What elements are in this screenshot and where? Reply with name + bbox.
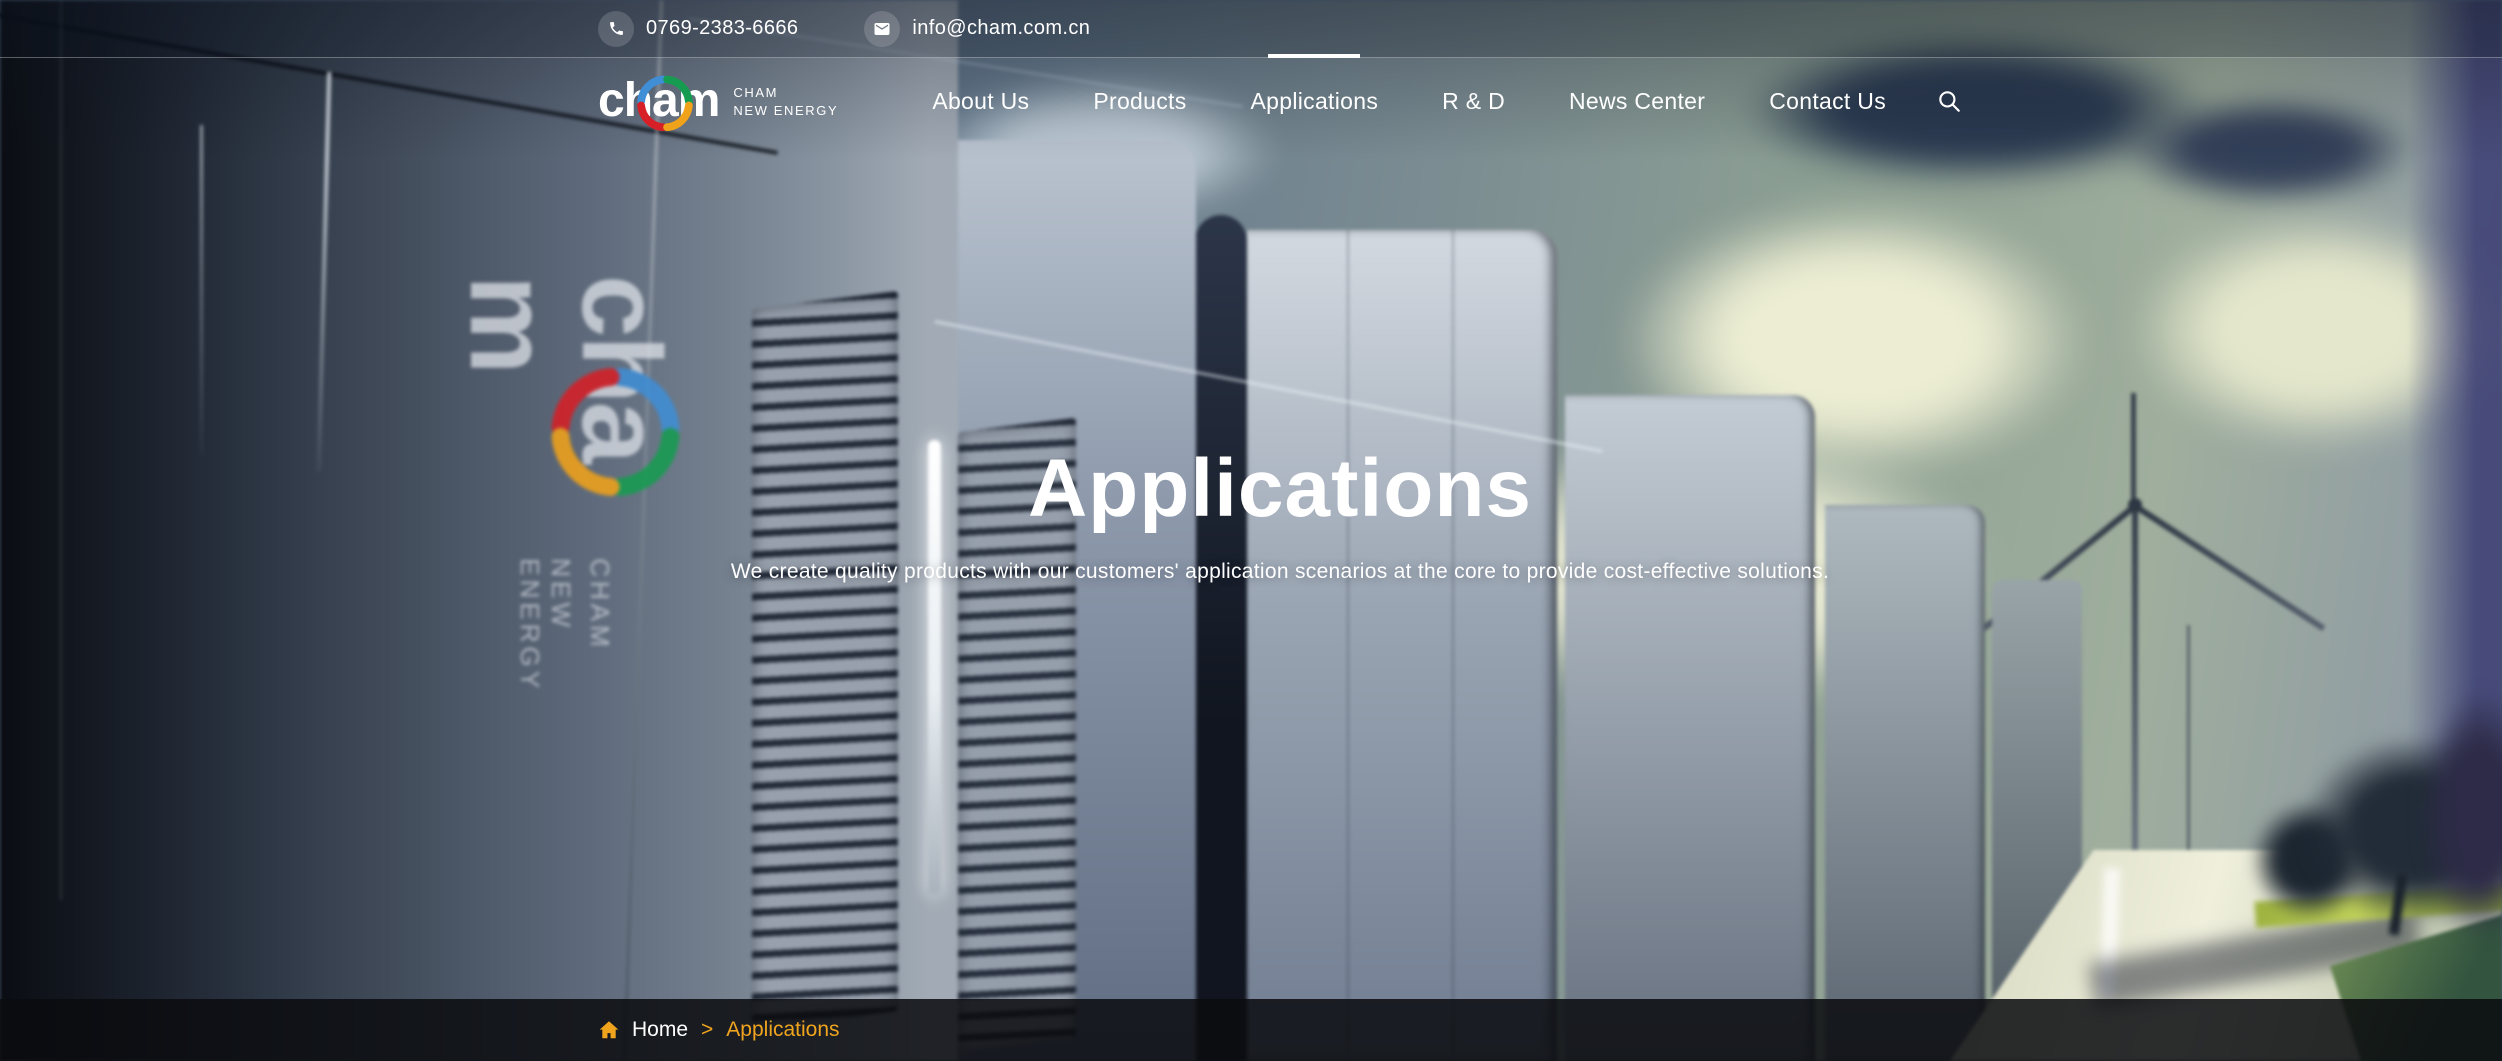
container-seam (1452, 230, 1454, 1061)
top-info-bar-content: 0769-2383-6666 info@cham.com.cn (598, 0, 1090, 57)
breadcrumb-separator: > (701, 1018, 713, 1042)
container-seam (1347, 230, 1349, 1061)
storage-container (1825, 505, 1985, 1061)
phone-number: 0769-2383-6666 (646, 17, 798, 40)
top-info-bar: 0769-2383-6666 info@cham.com.cn (0, 0, 2502, 58)
breadcrumb-home-link[interactable]: Home (598, 1018, 688, 1042)
vent-grille (752, 291, 898, 1029)
phone-contact[interactable]: 0769-2383-6666 (598, 11, 798, 47)
storage-container (1247, 230, 1557, 1061)
breadcrumb-current-page: Applications (726, 1018, 839, 1042)
nav-item-contact-us[interactable]: Contact Us (1769, 57, 1886, 145)
container-gap (1195, 215, 1247, 1061)
phone-icon (598, 11, 634, 47)
site-logo[interactable]: cham CHAM NEW ENERGY (598, 77, 838, 125)
logo-tagline: CHAM NEW ENERGY (733, 85, 838, 118)
nav-list: About Us Products Applications R & D New… (932, 57, 1886, 145)
email-address: info@cham.com.cn (912, 17, 1090, 40)
breadcrumb-bar: Home > Applications (0, 999, 2502, 1061)
nav-item-news-center[interactable]: News Center (1569, 57, 1705, 145)
search-icon (1936, 88, 1962, 114)
logo-wordmark: cham (598, 77, 719, 125)
site-header: cham CHAM NEW ENERGY About Us Products A… (598, 57, 1962, 145)
cham-new-energy-page: cham CHAM NEW ENERGY (0, 0, 2502, 1061)
breadcrumb: Home > Applications (598, 999, 840, 1061)
search-button[interactable] (1936, 88, 1962, 114)
nav-item-r-and-d[interactable]: R & D (1442, 57, 1505, 145)
page-title: Applications (58, 442, 2502, 536)
email-contact[interactable]: info@cham.com.cn (864, 11, 1090, 47)
container-edge-highlight (200, 125, 203, 455)
watermark-tagline: CHAM NEW ENERGY (515, 558, 616, 755)
page-subtitle: We create quality products with our cust… (58, 560, 2502, 584)
nav-item-applications[interactable]: Applications (1251, 57, 1379, 145)
email-icon (864, 11, 900, 47)
nav-item-about-us[interactable]: About Us (932, 57, 1029, 145)
main-navigation: About Us Products Applications R & D New… (932, 57, 1886, 145)
hero-section: Applications We create quality products … (58, 442, 2502, 584)
logo-ring-icon (635, 73, 695, 133)
breadcrumb-home-label: Home (632, 1018, 688, 1042)
home-icon (598, 1019, 620, 1041)
nav-item-products[interactable]: Products (1093, 57, 1186, 145)
